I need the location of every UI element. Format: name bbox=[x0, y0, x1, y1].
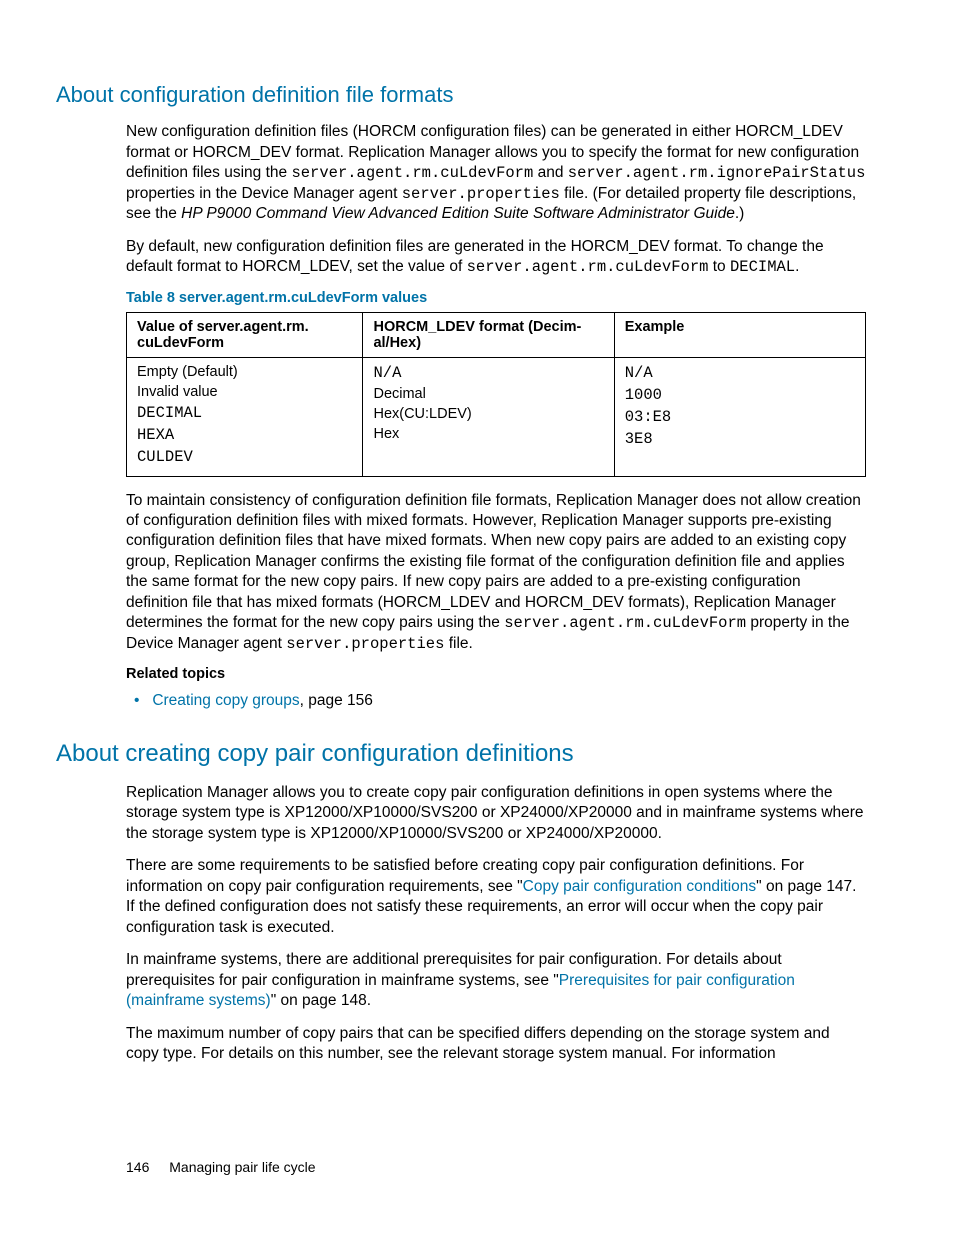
text: and bbox=[533, 164, 567, 181]
text: properties in the Device Manager agent bbox=[126, 185, 402, 202]
property-name: server.agent.rm.cuLdevForm bbox=[291, 164, 533, 182]
page-number: 146 bbox=[126, 1159, 149, 1175]
heading-creating-copy-pair-config: About creating copy pair configuration d… bbox=[56, 740, 866, 769]
table-header: Example bbox=[614, 312, 865, 357]
heading-config-file-formats: About configuration definition file form… bbox=[56, 82, 866, 108]
link-copy-pair-config-conditions[interactable]: Copy pair configuration conditions bbox=[523, 878, 757, 895]
file-name: server.properties bbox=[402, 185, 560, 203]
text: . bbox=[795, 258, 799, 275]
property-name: server.agent.rm.ignorePairStatus bbox=[568, 164, 866, 182]
paragraph: New configuration definition files (HORC… bbox=[126, 122, 866, 224]
text: cuLdevForm bbox=[137, 335, 224, 351]
text: DECIMAL bbox=[137, 404, 352, 422]
paragraph: Replication Manager allows you to create… bbox=[126, 783, 866, 844]
property-name: server.agent.rm.cuLdevForm bbox=[467, 258, 709, 276]
paragraph: By default, new configuration definition… bbox=[126, 237, 866, 278]
link-creating-copy-groups[interactable]: Creating copy groups bbox=[152, 692, 299, 709]
text: To maintain consistency of configuration… bbox=[126, 492, 861, 632]
text: 1000 bbox=[625, 386, 855, 404]
text: " on page 148. bbox=[271, 992, 371, 1009]
paragraph: In mainframe systems, there are addition… bbox=[126, 950, 866, 1011]
culdevform-values-table: Value of server.agent.rm. cuLdevForm HOR… bbox=[126, 312, 866, 477]
text: CULDEV bbox=[137, 448, 352, 466]
table-header: HORCM_LDEV format (Decim- al/Hex) bbox=[363, 312, 614, 357]
list-item: Creating copy groups, page 156 bbox=[148, 692, 866, 710]
text: Decimal bbox=[373, 386, 603, 402]
text: Hex bbox=[373, 426, 603, 442]
text: HEXA bbox=[137, 426, 352, 444]
table-header: Value of server.agent.rm. cuLdevForm bbox=[127, 312, 363, 357]
text: 3E8 bbox=[625, 430, 855, 448]
text: file. bbox=[444, 635, 472, 652]
property-name: server.agent.rm.cuLdevForm bbox=[504, 614, 746, 632]
related-topics-list: Creating copy groups, page 156 bbox=[126, 692, 866, 710]
page-footer: 146 Managing pair life cycle bbox=[126, 1159, 316, 1175]
text: N/A bbox=[625, 364, 855, 382]
table-cell: N/A Decimal Hex(CU:LDEV) Hex bbox=[363, 357, 614, 476]
text: Empty (Default) bbox=[137, 364, 352, 380]
paragraph: To maintain consistency of configuration… bbox=[126, 491, 866, 655]
text: Hex(CU:LDEV) bbox=[373, 406, 603, 422]
related-topics-heading: Related topics bbox=[126, 666, 866, 682]
text: HORCM_LDEV format (Decim- bbox=[373, 319, 581, 335]
text: to bbox=[708, 258, 730, 275]
paragraph: There are some requirements to be satisf… bbox=[126, 856, 866, 938]
table-row: Empty (Default) Invalid value DECIMAL HE… bbox=[127, 357, 866, 476]
property-value: DECIMAL bbox=[730, 258, 795, 276]
text: .) bbox=[735, 205, 744, 222]
file-name: server.properties bbox=[286, 635, 444, 653]
footer-title: Managing pair life cycle bbox=[169, 1159, 315, 1175]
paragraph: The maximum number of copy pairs that ca… bbox=[126, 1024, 866, 1065]
text: Invalid value bbox=[137, 384, 352, 400]
text: Value of server.agent.rm. bbox=[137, 319, 309, 335]
table-caption: Table 8 server.agent.rm.cuLdevForm value… bbox=[126, 290, 866, 306]
table-cell: Empty (Default) Invalid value DECIMAL HE… bbox=[127, 357, 363, 476]
text: 03:E8 bbox=[625, 408, 855, 426]
text: al/Hex) bbox=[373, 335, 421, 351]
text: , page 156 bbox=[300, 692, 373, 709]
table-cell: N/A 1000 03:E8 3E8 bbox=[614, 357, 865, 476]
text: N/A bbox=[373, 364, 603, 382]
guide-title: HP P9000 Command View Advanced Edition S… bbox=[181, 205, 735, 222]
